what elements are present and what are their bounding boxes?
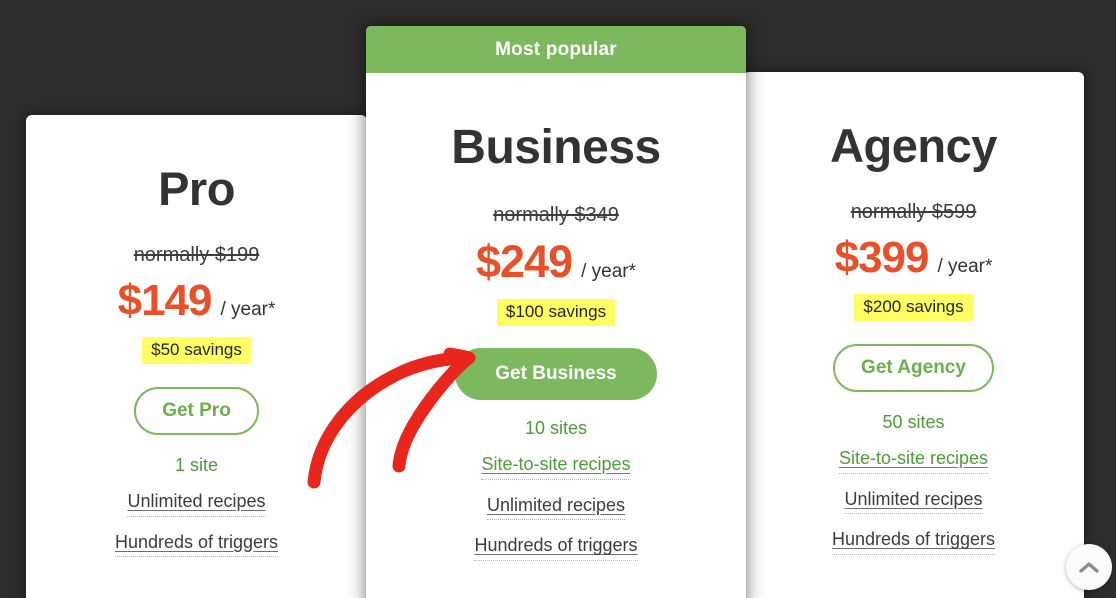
feature-item: Hundreds of triggers — [366, 520, 746, 561]
savings-wrap-pro: $50 savings — [26, 337, 367, 364]
feature-list-business: 10 sites Site-to-site recipes Unlimited … — [366, 418, 746, 561]
feature-unlimited-recipes-agency[interactable]: Unlimited recipes — [844, 489, 983, 515]
cta-wrap-pro: Get Pro — [26, 386, 367, 435]
scroll-to-top-button[interactable] — [1066, 544, 1112, 590]
feature-item: Site-to-site recipes — [743, 433, 1084, 474]
pricing-card-agency: Agency normally $599 $399 / year* $200 s… — [743, 72, 1084, 598]
savings-wrap-business: $100 savings — [366, 299, 746, 326]
feature-hundreds-triggers-pro[interactable]: Hundreds of triggers — [114, 532, 279, 558]
feature-sites-pro: 1 site — [174, 454, 219, 475]
feature-item: 1 site — [26, 455, 367, 477]
feature-item: Site-to-site recipes — [366, 439, 746, 480]
pricing-card-pro: Pro normally $199 $149 / year* $50 savin… — [26, 115, 367, 598]
price-row-pro: $149 / year* — [26, 276, 367, 326]
feature-item: Unlimited recipes — [366, 480, 746, 521]
feature-list-agency: 50 sites Site-to-site recipes Unlimited … — [743, 412, 1084, 555]
feature-item: Unlimited recipes — [743, 474, 1084, 515]
savings-wrap-agency: $200 savings — [743, 294, 1084, 321]
plan-name-agency: Agency — [830, 119, 997, 172]
plan-name-business: Business — [451, 121, 661, 174]
pricing-page: Pro normally $199 $149 / year* $50 savin… — [0, 0, 1116, 598]
cta-wrap-business: Get Business — [366, 347, 746, 400]
feature-unlimited-recipes-pro[interactable]: Unlimited recipes — [127, 491, 266, 517]
feature-site-to-site-business[interactable]: Site-to-site recipes — [481, 454, 631, 480]
feature-unlimited-recipes-business[interactable]: Unlimited recipes — [486, 495, 626, 521]
feature-sites-agency: 50 sites — [882, 411, 945, 432]
plan-name-pro: Pro — [158, 162, 235, 215]
price-pro: $149 — [117, 276, 213, 325]
feature-item: 50 sites — [743, 412, 1084, 434]
most-popular-banner: Most popular — [366, 26, 746, 73]
price-row-agency: $399 / year* — [743, 233, 1084, 283]
savings-badge-agency: $200 savings — [854, 294, 973, 321]
price-agency: $399 — [834, 233, 930, 282]
feature-item: 10 sites — [366, 418, 746, 440]
get-business-button[interactable]: Get Business — [455, 347, 657, 400]
feature-site-to-site-agency[interactable]: Site-to-site recipes — [838, 448, 989, 474]
feature-hundreds-triggers-agency[interactable]: Hundreds of triggers — [831, 529, 996, 555]
chevron-up-icon — [1079, 561, 1099, 573]
feature-item: Hundreds of triggers — [26, 517, 367, 558]
feature-hundreds-triggers-business[interactable]: Hundreds of triggers — [474, 535, 638, 561]
billing-period-business: / year* — [581, 261, 637, 282]
original-price-business: normally $349 — [493, 204, 619, 226]
feature-sites-business: 10 sites — [524, 417, 588, 438]
savings-badge-business: $100 savings — [496, 299, 616, 326]
feature-item: Unlimited recipes — [26, 476, 367, 517]
savings-badge-pro: $50 savings — [142, 337, 251, 364]
price-row-business: $249 / year* — [366, 236, 746, 288]
price-business: $249 — [475, 236, 573, 287]
feature-list-pro: 1 site Unlimited recipes Hundreds of tri… — [26, 455, 367, 558]
billing-period-pro: / year* — [220, 299, 276, 320]
billing-period-agency: / year* — [937, 256, 993, 277]
original-price-pro: normally $199 — [133, 244, 260, 266]
get-pro-button[interactable]: Get Pro — [134, 386, 259, 435]
get-agency-button[interactable]: Get Agency — [833, 343, 994, 392]
cta-wrap-agency: Get Agency — [743, 343, 1084, 392]
pricing-card-business: Most popular Business normally $349 $249… — [366, 26, 746, 598]
original-price-agency: normally $599 — [850, 201, 977, 223]
feature-item: Hundreds of triggers — [743, 514, 1084, 555]
